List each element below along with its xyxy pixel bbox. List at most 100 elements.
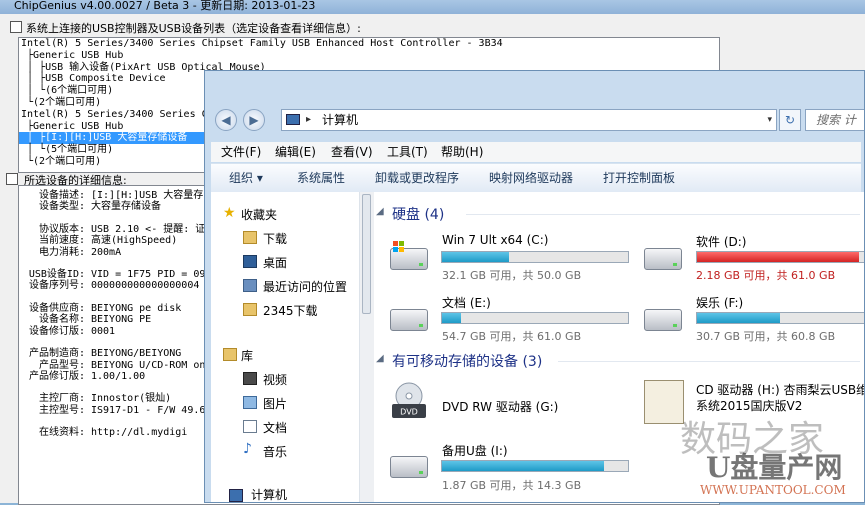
recent-places-icon [243, 279, 257, 292]
folder-icon [243, 303, 257, 316]
nav-desktop[interactable]: 桌面 [263, 254, 287, 271]
uninstall-program-button[interactable]: 卸载或更改程序 [375, 164, 459, 192]
back-button[interactable]: ◀ [215, 109, 237, 131]
drive-f-usage-bar [696, 312, 864, 324]
detail-key: 设备供应商: [28, 303, 85, 314]
nav-videos[interactable]: 视频 [263, 371, 287, 388]
details-checkbox-icon [6, 173, 18, 185]
navigation-bar: ◀ ▶ ▸ 计算机 ▾ ↻ 搜索 计 [205, 101, 864, 137]
detail-value: BEIYONG/BEIYONG [91, 348, 182, 360]
detail-key: 产品修订版: [28, 370, 85, 382]
removable-section-header[interactable]: 有可移动存储的设备 (3) [392, 351, 542, 371]
detail-key: 设备类型: [38, 201, 85, 213]
tree-row[interactable]: ├Generic USB Hub [19, 50, 719, 62]
usb-drive-icon [390, 456, 428, 478]
watermark-url: WWW.UPANTOOL.COM [700, 483, 846, 497]
open-control-panel-button[interactable]: 打开控制面板 [603, 164, 675, 192]
watermark-subtitle: U盘量产网 [706, 451, 843, 484]
menu-edit[interactable]: 编辑(E) [275, 142, 316, 162]
detail-value: http://dl.mydigi [91, 427, 188, 439]
nav-libraries[interactable]: 库 [241, 347, 253, 364]
hdd-section-header[interactable]: 硬盘 (4) [392, 204, 444, 224]
nav-music[interactable]: 音乐 [263, 443, 287, 460]
software-drive-icon [644, 248, 682, 270]
address-text: 计算机 [322, 113, 359, 127]
drive-i-name: 备用U盘 (I:) [442, 444, 508, 458]
usb-list-label: 系统上连接的USB控制器及USB设备列表（选定设备查看详细信息）: [26, 22, 361, 35]
dvd-logo-text: DVD [400, 408, 418, 417]
detail-key: 设备序列号: [28, 280, 85, 292]
drive-f-info: 30.7 GB 可用，共 60.8 GB [696, 330, 836, 343]
menu-file[interactable]: 文件(F) [221, 142, 261, 162]
detail-key: 主控厂商: [38, 393, 85, 405]
documents-drive-icon [390, 309, 428, 331]
detail-key: USB设备ID: [28, 269, 85, 281]
menu-help[interactable]: 帮助(H) [441, 142, 483, 162]
cd-drive-icon [644, 380, 684, 424]
menu-tools[interactable]: 工具(T) [387, 142, 428, 162]
detail-key: 当前速度: [38, 235, 85, 247]
organize-button[interactable]: 组织 ▾ [229, 164, 263, 192]
windows-logo-icon [393, 241, 404, 252]
detail-value: BEIYONG PE [91, 314, 152, 326]
entertainment-drive-icon [644, 309, 682, 331]
removable-section-divider [558, 361, 860, 362]
detail-value: 200mA [91, 246, 122, 258]
detail-value: 0001 [91, 325, 116, 337]
collapse-removable-icon[interactable]: ◢ [376, 353, 384, 364]
drive-c-info: 32.1 GB 可用，共 50.0 GB [442, 269, 582, 282]
nav-documents[interactable]: 文档 [263, 419, 287, 436]
refresh-button[interactable]: ↻ [779, 109, 801, 131]
favorites-star-icon: ★ [223, 205, 236, 221]
nav-computer[interactable]: 计算机 [251, 486, 287, 502]
detail-key: 设备名称: [38, 314, 85, 326]
search-input[interactable]: 搜索 计 [805, 109, 864, 131]
detail-key: 协议版本: [38, 223, 85, 235]
collapse-hdd-icon[interactable]: ◢ [376, 206, 384, 217]
navigation-pane: ★ 收藏夹 下载 桌面 最近访问的位置 2345下载 库 视频 图片 文档 ♪ … [211, 192, 360, 502]
computer-icon [286, 114, 300, 125]
detail-value: [I:][H:]USB 大容量存 [91, 190, 204, 201]
dvd-drive-icon: DVD [392, 382, 426, 418]
libraries-icon [223, 348, 237, 361]
drive-f-name: 娱乐 (F:) [696, 296, 744, 310]
menu-bar: 文件(F) 编辑(E) 查看(V) 工具(T) 帮助(H) [211, 142, 861, 162]
detail-value: BEIYONG U/CD-ROM on [91, 359, 206, 371]
pictures-library-icon [243, 396, 257, 409]
detail-key: 设备描述: [38, 190, 85, 201]
drive-d-name: 软件 (D:) [696, 235, 747, 249]
nav-favorites[interactable]: 收藏夹 [241, 206, 277, 223]
nav-2345-downloads[interactable]: 2345下载 [263, 302, 318, 319]
breadcrumb-arrow-icon: ▸ [306, 114, 312, 125]
drive-d-usage-bar [696, 251, 864, 263]
drive-e-usage-bar [441, 312, 629, 324]
forward-button[interactable]: ▶ [243, 109, 265, 131]
drive-i-usage-fill [442, 461, 604, 471]
detail-value: BEIYONG pe disk [91, 303, 182, 314]
navigation-scrollbar[interactable] [359, 192, 374, 502]
menu-view[interactable]: 查看(V) [331, 142, 373, 162]
detail-value: 000000000000000004 [91, 280, 200, 292]
video-library-icon [243, 372, 257, 385]
drive-i-info: 1.87 GB 可用，共 14.3 GB [442, 479, 582, 492]
map-network-drive-button[interactable]: 映射网络驱动器 [489, 164, 573, 192]
detail-value: USB 2.10 <- 提醒: 证 [91, 223, 206, 235]
music-library-icon: ♪ [243, 441, 252, 457]
drive-c-usage-bar [441, 251, 629, 263]
drive-d-usage-fill [697, 252, 859, 262]
drive-c-name: Win 7 Ult x64 (C:) [442, 233, 549, 247]
detail-value: 大容量存储设备 [91, 201, 161, 213]
detail-key: 主控型号: [38, 404, 85, 416]
computer-nav-icon [229, 489, 243, 502]
nav-recent-places[interactable]: 最近访问的位置 [263, 278, 347, 295]
command-bar: 组织 ▾ 系统属性 卸载或更改程序 映射网络驱动器 打开控制面板 [211, 163, 861, 193]
address-bar[interactable]: ▸ 计算机 ▾ [281, 109, 777, 131]
system-drive-icon [390, 241, 428, 270]
drive-i-usage-bar [441, 460, 629, 472]
nav-pictures[interactable]: 图片 [263, 395, 287, 412]
system-properties-button[interactable]: 系统属性 [297, 164, 345, 192]
nav-downloads[interactable]: 下载 [263, 230, 287, 247]
scrollbar-thumb[interactable] [362, 194, 371, 314]
address-dropdown-icon[interactable]: ▾ [767, 110, 772, 130]
tree-row[interactable]: Intel(R) 5 Series/3400 Series Chipset Fa… [19, 38, 719, 50]
